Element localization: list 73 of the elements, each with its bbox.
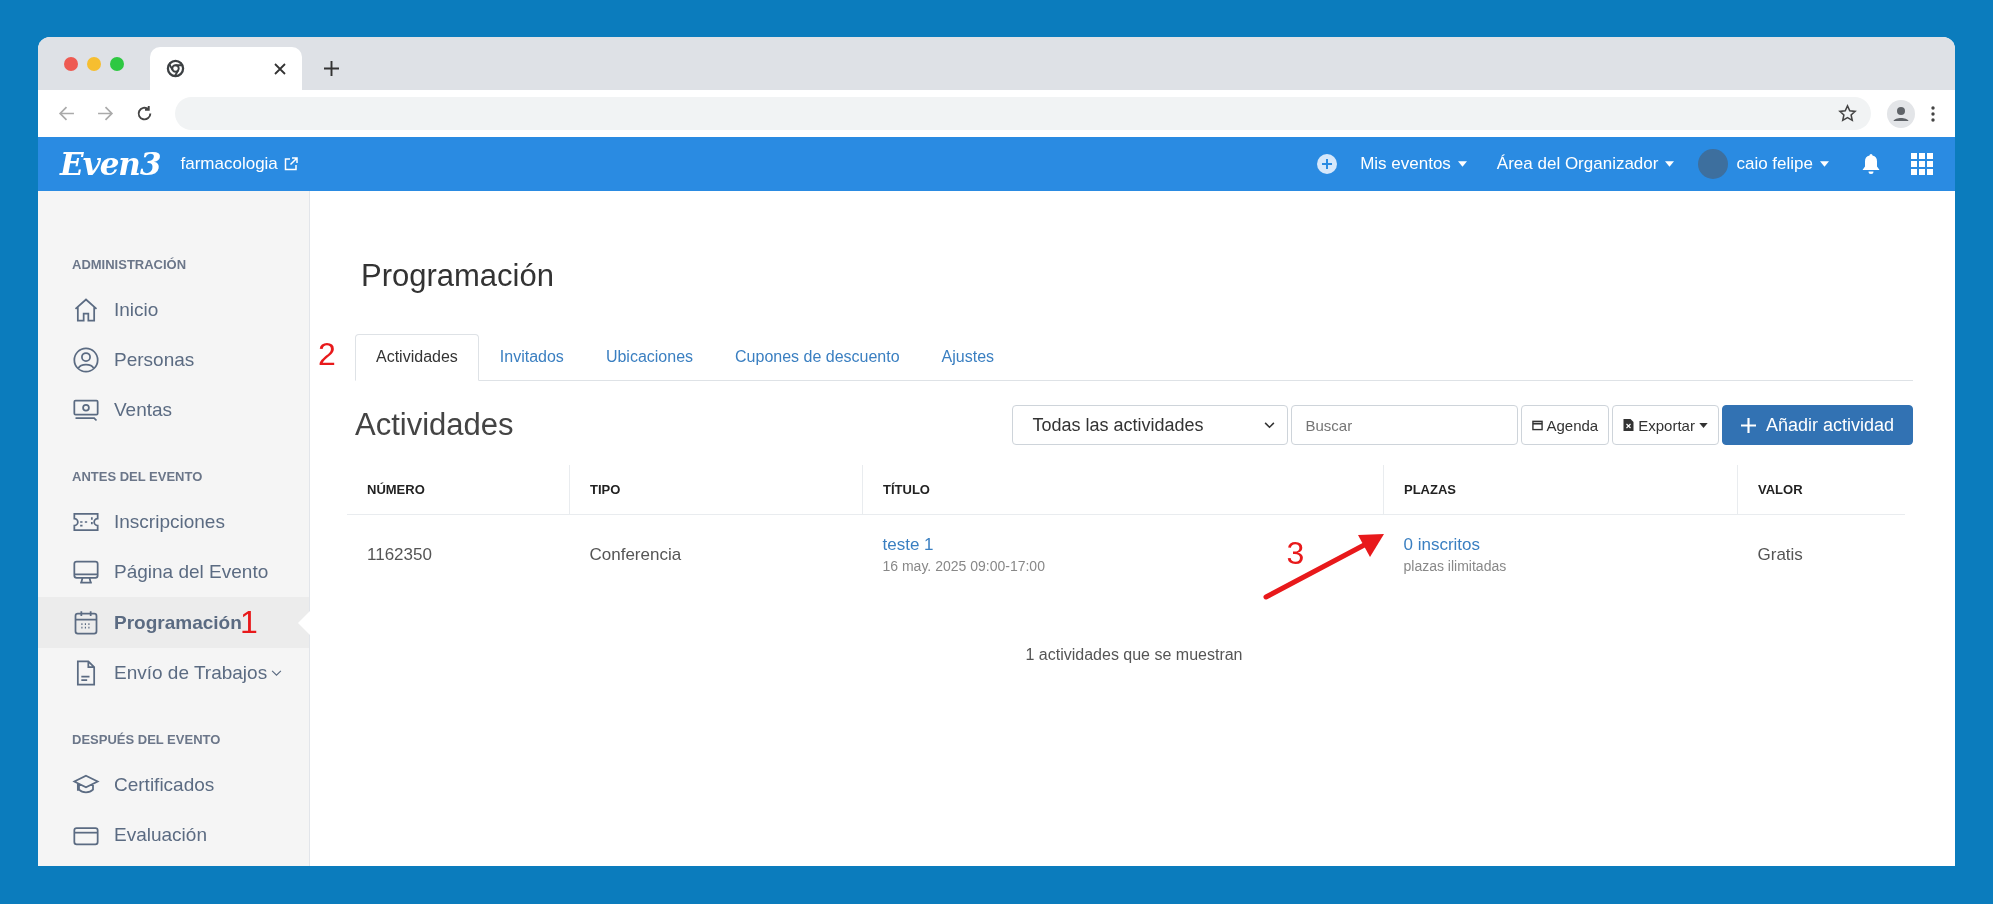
page-title: Programación (361, 258, 555, 294)
forward-icon[interactable] (97, 105, 114, 122)
close-icon[interactable] (274, 62, 286, 75)
back-icon[interactable] (58, 105, 75, 122)
sidebar-item[interactable]: Inscripciones (38, 497, 309, 547)
section-title: ANTES DEL EVENTO (71, 469, 204, 484)
search-field[interactable]: Buscar (1290, 405, 1518, 445)
new-tab-icon[interactable] (324, 61, 339, 76)
profile-icon[interactable] (1887, 99, 1915, 128)
chevron-down-icon (1263, 421, 1275, 429)
caret-icon (1665, 161, 1675, 167)
spreadsheet-file-icon (1623, 419, 1635, 431)
table-cell: 1162350 (367, 544, 432, 564)
user-menu[interactable]: caio felipe (1736, 154, 1829, 174)
places-note: plazas ilimitadas (1403, 558, 1508, 574)
activity-link[interactable]: teste 1 (882, 535, 934, 554)
column-header: TÍTULO (862, 465, 1384, 515)
sidebar-item[interactable]: Ventas (38, 385, 309, 435)
tab[interactable]: Ajustes (920, 334, 1016, 381)
section-title: Actividades (355, 407, 514, 443)
close-window-icon[interactable] (64, 56, 78, 71)
sidebar-item[interactable]: Inicio (38, 285, 309, 335)
caret-icon (1820, 161, 1829, 167)
chevron-down-icon[interactable] (271, 669, 283, 677)
apps-grid-icon[interactable] (1911, 153, 1933, 175)
add-icon[interactable] (1316, 153, 1339, 175)
column-header: PLAZAS (1383, 465, 1738, 515)
sidebar-item[interactable]: Evaluación (38, 810, 309, 860)
bookmark-star-icon[interactable] (1838, 104, 1857, 123)
nav-menu[interactable]: Mis eventos (1360, 154, 1467, 174)
event-link[interactable]: farmacologia (180, 154, 278, 174)
section-title: DESPUÉS DEL EVENTO (71, 732, 222, 747)
table-cell: Gratis (1757, 544, 1803, 564)
caret-icon (1698, 422, 1708, 428)
calendar-icon (1531, 419, 1543, 431)
bell-icon[interactable] (1861, 153, 1881, 175)
tab[interactable]: Actividades (355, 334, 479, 381)
reload-icon[interactable] (136, 105, 153, 122)
annotation-number: 3 (1286, 535, 1305, 572)
annotation-number: 1 (240, 604, 258, 641)
table-cell: Conferencia (589, 544, 682, 564)
tab[interactable]: Cupones de descuento (714, 334, 921, 381)
activity-date: 16 may. 2025 09:00-17:00 (882, 558, 1046, 574)
monitor-icon (72, 558, 100, 586)
tab[interactable]: Ubicaciones (584, 334, 715, 381)
sidebar-item[interactable]: Personas (38, 335, 309, 385)
column-header: TIPO (569, 465, 863, 515)
logo[interactable]: Even3 (60, 146, 161, 182)
caret-icon (1457, 161, 1467, 167)
agenda-button[interactable]: Agenda (1520, 405, 1610, 445)
annotation-number: 2 (318, 336, 336, 373)
calendar-icon (72, 608, 100, 637)
export-button[interactable]: Exportar (1612, 405, 1719, 445)
sidebar-item[interactable]: Página del Evento (38, 547, 309, 597)
enrolled-link[interactable]: 0 inscritos (1403, 535, 1481, 554)
browser-tab[interactable] (150, 47, 302, 90)
column-header: NÚMERO (347, 465, 570, 515)
sidebar-item[interactable]: Envío de Trabajos (38, 648, 309, 698)
plus-icon (1740, 417, 1756, 433)
add-activity-button[interactable]: Añadir actividad (1721, 405, 1913, 445)
external-link-icon[interactable] (283, 157, 298, 171)
tab[interactable]: Invitados (478, 334, 585, 381)
nav-menu[interactable]: Área del Organizador (1496, 154, 1675, 174)
sidebar-item[interactable]: Certificados (38, 760, 309, 810)
column-header: VALOR (1737, 465, 1905, 515)
home-icon (72, 296, 100, 324)
section-title: ADMINISTRACIÓN (71, 257, 188, 272)
person-icon (72, 346, 100, 374)
menu-icon[interactable] (1931, 105, 1935, 122)
browser-logo-icon (166, 59, 185, 78)
filter-dropdown[interactable]: Todas las actividades (1011, 405, 1288, 445)
results-count: 1 actividades que se muestran (1025, 646, 1243, 663)
sidebar-item[interactable]: Programación1 (38, 597, 309, 648)
